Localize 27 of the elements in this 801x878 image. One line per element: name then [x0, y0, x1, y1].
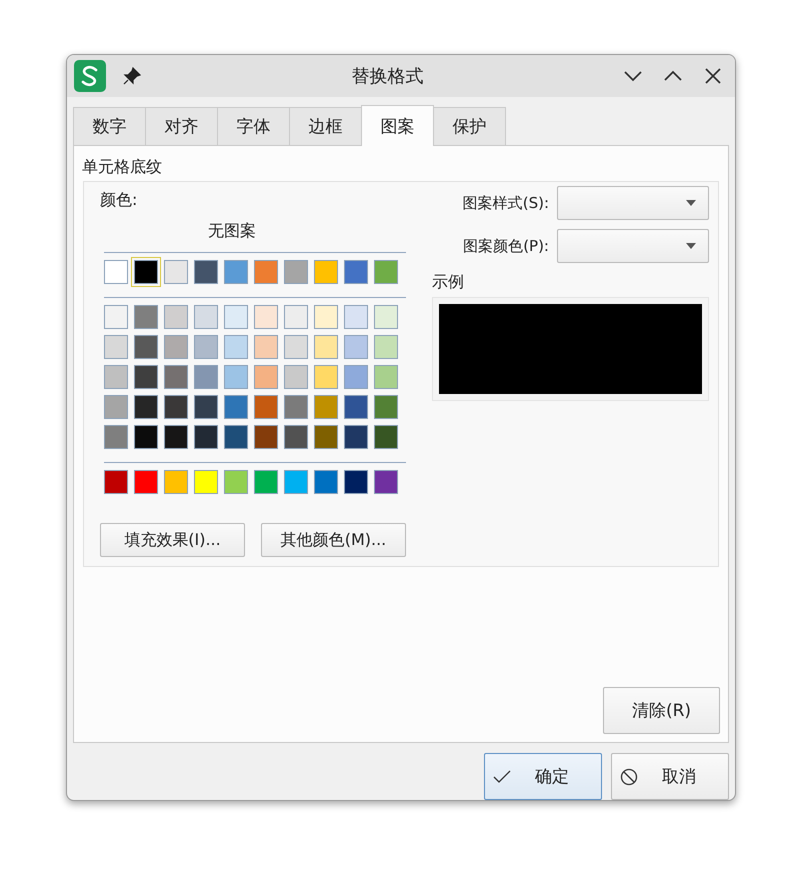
pattern-style-label: 图案样式(S):	[462, 194, 549, 212]
tab[interactable]: 图案	[361, 105, 434, 146]
tab[interactable]: 边框	[289, 107, 362, 145]
ok-button[interactable]: 确定	[484, 753, 602, 800]
dropdown-arrow-icon	[686, 200, 696, 206]
tab[interactable]: 保护	[433, 107, 506, 145]
cancel-button[interactable]: 取消	[611, 753, 729, 800]
more-colors-button[interactable]: 其他颜色(M)...	[261, 523, 406, 557]
color-label: 颜色:	[100, 190, 138, 211]
clear-button[interactable]: 清除(R)	[603, 687, 720, 734]
dropdown-arrow-icon	[686, 243, 696, 249]
no-pattern-option[interactable]: 无图案	[208, 221, 256, 242]
window-title: 替换格式	[350, 65, 424, 88]
pattern-color-dropdown[interactable]	[557, 229, 709, 263]
checkmark-icon	[493, 770, 511, 784]
pattern-style-dropdown[interactable]	[557, 186, 709, 220]
fill-effects-button[interactable]: 填充效果(I)...	[100, 523, 245, 557]
sample-label: 示例	[432, 272, 465, 293]
prohibited-icon	[620, 768, 638, 786]
tab[interactable]: 字体	[217, 107, 290, 145]
pattern-color-label: 图案颜色(P):	[463, 236, 549, 256]
pin-icon[interactable]	[122, 66, 142, 86]
tab[interactable]: 数字	[73, 107, 146, 145]
spreadsheet-app-icon	[74, 60, 106, 92]
group-title: 单元格底纹	[82, 156, 163, 178]
close-icon[interactable]	[703, 66, 723, 86]
tab[interactable]: 对齐	[145, 107, 218, 145]
